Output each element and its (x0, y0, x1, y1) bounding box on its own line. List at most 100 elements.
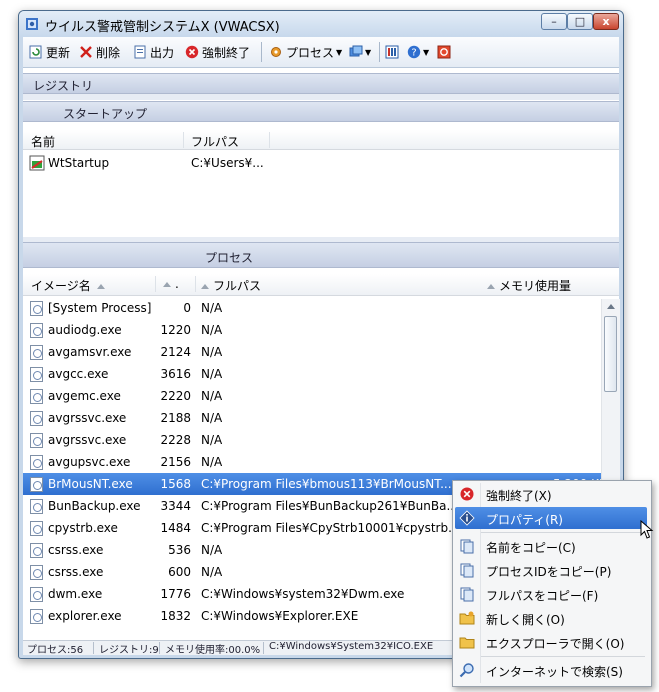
exe-icon (30, 301, 43, 316)
menu-item-kill[interactable]: 強制終了(X) (455, 483, 647, 505)
column-divider[interactable] (183, 132, 184, 148)
menu-item-open-explorer[interactable]: エクスプローラで開く(O) (455, 631, 647, 653)
column-fullpath[interactable]: フルパス (201, 277, 261, 294)
process-pid: 1484 (160, 521, 191, 535)
chevron-down-icon: ▼ (365, 47, 372, 57)
process-name: avgemc.exe (48, 389, 121, 403)
process-path: C:¥Program Files¥BunBackup261¥BunBa... (201, 499, 458, 513)
window-icon (349, 45, 363, 57)
scroll-thumb[interactable] (604, 316, 617, 392)
process-path: N/A (201, 323, 223, 337)
process-name: cpystrb.exe (48, 521, 118, 535)
menu-item-open[interactable]: 新しく開く(O) (455, 607, 647, 629)
process-path: C:¥Program Files¥CpyStrb10001¥cpystrb...… (201, 521, 464, 535)
process-name: audiodg.exe (48, 323, 122, 337)
table-row[interactable]: WtStartup C:¥Users¥... (23, 152, 601, 174)
stop-icon (460, 487, 474, 501)
process-path: N/A (201, 455, 223, 469)
view-menu-button[interactable]: ▼ (349, 43, 371, 61)
refresh-button[interactable]: 更新 (29, 43, 70, 61)
exe-icon (30, 367, 43, 382)
scroll-up-icon[interactable] (607, 304, 615, 309)
registry-section-header: レジストリ (23, 73, 619, 94)
sort-asc-icon (96, 283, 105, 289)
exe-icon (30, 521, 43, 536)
title-bar[interactable]: ウイルス警戒管制システムX (VWACSX) – □ x (19, 11, 623, 37)
table-row[interactable]: audiodg.exe 1220 N/A (23, 319, 601, 341)
table-row[interactable]: avgamsvr.exe 2124 N/A (23, 341, 601, 363)
process-path: N/A (201, 433, 223, 447)
menu-item-search-internet[interactable]: インターネットで検索(S) (455, 659, 647, 681)
column-memory[interactable]: メモリ使用量 (487, 277, 571, 294)
process-path: N/A (201, 367, 223, 381)
process-pid: 3344 (160, 499, 191, 513)
table-row[interactable]: avgemc.exe 2220 N/A (23, 385, 601, 407)
process-pid: 600 (168, 565, 191, 579)
toolbar-separator (261, 42, 262, 62)
process-pid: 2156 (160, 455, 191, 469)
status-divider (263, 642, 264, 654)
table-row[interactable]: [System Process] 0 N/A (23, 297, 601, 319)
columns-button[interactable] (385, 43, 399, 61)
kill-button[interactable]: 強制終了 (185, 43, 250, 61)
maximize-icon: □ (574, 15, 586, 28)
folder-icon (459, 637, 475, 649)
output-button[interactable]: 出力 (133, 43, 174, 61)
status-divider (159, 642, 160, 654)
minimize-button[interactable]: – (541, 13, 567, 30)
process-path: N/A (201, 565, 223, 579)
process-path: N/A (201, 411, 223, 425)
sort-asc-icon (163, 281, 171, 287)
table-row[interactable]: avgupsvc.exe 2156 N/A (23, 451, 601, 473)
menu-item-copy-pid[interactable]: プロセスIDをコピー(P) (455, 559, 647, 581)
process-path: N/A (201, 389, 223, 403)
exe-icon (30, 455, 43, 470)
table-row[interactable]: avgrssvc.exe 2228 N/A (23, 429, 601, 451)
column-divider[interactable] (155, 276, 156, 292)
process-name: BrMousNT.exe (48, 477, 133, 491)
column-pid[interactable]: . (163, 277, 179, 291)
process-name: [System Process] (48, 301, 152, 315)
search-icon (459, 663, 474, 678)
process-pid: 3616 (160, 367, 191, 381)
column-fullpath[interactable]: フルパス (191, 133, 239, 150)
startup-section-header: スタートアップ (23, 101, 619, 122)
table-row[interactable]: avgrssvc.exe 2188 N/A (23, 407, 601, 429)
chevron-down-icon: ▼ (423, 47, 430, 57)
process-path: N/A (201, 301, 223, 315)
column-divider[interactable] (269, 132, 270, 148)
status-registry-count: レジストリ:9 (99, 645, 159, 656)
process-pid: 536 (168, 543, 191, 557)
toolbar: 更新 削除 出力 強制終了 プロセス ▼ ▼ ? ▼ (23, 37, 619, 68)
process-path: N/A (201, 345, 223, 359)
process-menu-button[interactable]: プロセス ▼ (269, 43, 342, 61)
status-divider (93, 642, 94, 654)
column-image-name[interactable]: イメージ名 (31, 277, 109, 294)
column-divider[interactable] (195, 276, 196, 292)
process-name: dwm.exe (48, 587, 103, 601)
toolbar-separator (379, 42, 380, 62)
process-name: avgrssvc.exe (48, 411, 127, 425)
table-row[interactable]: avgcc.exe 3616 N/A (23, 363, 601, 385)
minimize-icon: – (551, 15, 557, 28)
help-menu-button[interactable]: ? ▼ (407, 43, 429, 61)
maximize-button[interactable]: □ (567, 13, 593, 30)
delete-button[interactable]: 削除 (79, 43, 120, 61)
help-icon: ? (407, 45, 421, 59)
exe-icon (30, 323, 43, 338)
menu-item-properties[interactable]: プロパティ(R) (455, 507, 647, 529)
chevron-down-icon: ▼ (336, 47, 343, 57)
process-pid: 1568 (160, 477, 191, 491)
process-pid: 1220 (160, 323, 191, 337)
column-name[interactable]: 名前 (31, 133, 55, 150)
process-path: C:¥Program Files¥bmous113¥BrMousNT.... (201, 477, 456, 491)
menu-item-copy-name[interactable]: 名前をコピー(C) (455, 535, 647, 557)
menu-separator (481, 532, 645, 533)
exit-button[interactable] (437, 43, 451, 61)
process-path: C:¥Windows¥system32¥Dwm.exe (201, 587, 405, 601)
exe-icon (30, 499, 43, 514)
process-name: avgamsvr.exe (48, 345, 132, 359)
exe-icon (30, 565, 43, 580)
menu-item-copy-path[interactable]: フルパスをコピー(F) (455, 583, 647, 605)
close-button[interactable]: x (593, 13, 619, 30)
